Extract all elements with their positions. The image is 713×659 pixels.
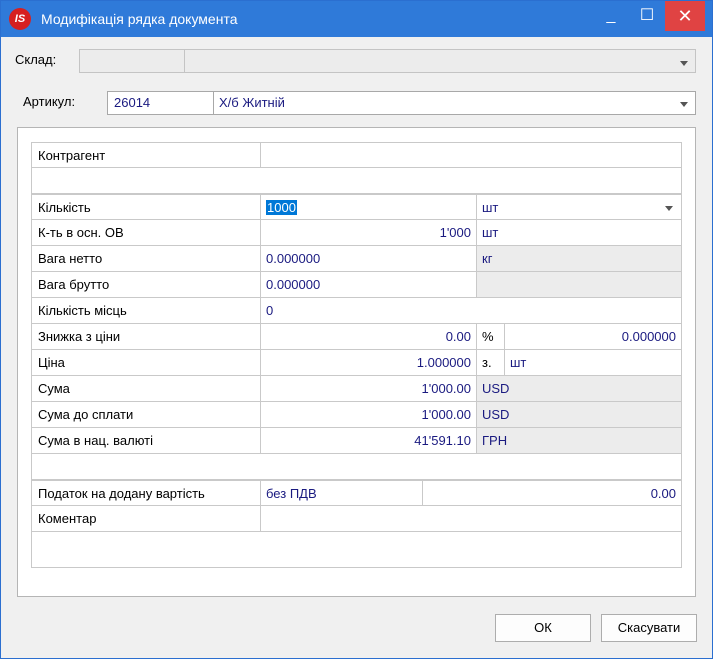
row-kilkist-mists: Кількість місць 0 xyxy=(31,298,682,324)
tsina-value[interactable]: 1.000000 xyxy=(261,350,477,375)
cancel-button[interactable]: Скасувати xyxy=(601,614,697,642)
row-kontragent: Контрагент xyxy=(31,142,682,168)
row-suma-nats: Сума в нац. валюті 41'591.10 ГРН xyxy=(31,428,682,454)
vaha-brutto-label: Вага брутто xyxy=(31,272,261,297)
chevron-down-icon xyxy=(680,61,688,66)
spacer-row xyxy=(31,532,682,568)
row-kilkist: Кількість 1000 шт xyxy=(31,194,682,220)
suma-nats-value[interactable]: 41'591.10 xyxy=(261,428,477,453)
znyzhka-value[interactable]: 0.00 xyxy=(261,324,477,349)
vaha-brutto-unit xyxy=(477,272,682,297)
artikul-label: Артикул: xyxy=(23,94,76,109)
kilkist-input[interactable]: 1000 xyxy=(261,195,477,219)
suma-currency: USD xyxy=(477,376,682,401)
minimize-button[interactable]: _ xyxy=(593,1,629,31)
kilkist-unit-select[interactable]: шт xyxy=(477,195,682,219)
title-bar: IS Модифікація рядка документа _ ☐ ✕ xyxy=(1,1,712,37)
vaha-netto-value[interactable]: 0.000000 xyxy=(261,246,477,271)
znyzhka-label: Знижка з ціни xyxy=(31,324,261,349)
sklad-name-select xyxy=(184,49,696,73)
dialog-window: IS Модифікація рядка документа _ ☐ ✕ Скл… xyxy=(0,0,713,659)
podatok-select[interactable]: без ПДВ xyxy=(261,481,423,505)
tsina-unit: з. xyxy=(477,350,505,375)
suma-nats-label: Сума в нац. валюті xyxy=(31,428,261,453)
tsina-label: Ціна xyxy=(31,350,261,375)
properties-grid: Контрагент Кількість 1000 шт К-ть в осн.… xyxy=(31,142,682,568)
close-button[interactable]: ✕ xyxy=(665,1,705,31)
vaha-netto-label: Вага нетто xyxy=(31,246,261,271)
znyzhka-unit: % xyxy=(477,324,505,349)
row-vaha-brutto: Вага брутто 0.000000 xyxy=(31,272,682,298)
kilkist-label: Кількість xyxy=(31,195,261,219)
row-suma: Сума 1'000.00 USD xyxy=(31,376,682,402)
podatok-label: Податок на додану вартість xyxy=(31,481,261,505)
row-komentar: Коментар xyxy=(31,506,682,532)
kontragent-label: Контрагент xyxy=(31,143,261,167)
artikul-code-field[interactable]: 26014 xyxy=(107,91,214,115)
app-logo-icon: IS xyxy=(9,8,31,30)
suma-nats-currency: ГРН xyxy=(477,428,682,453)
row-tsina: Ціна 1.000000 з. шт xyxy=(31,350,682,376)
chevron-down-icon xyxy=(665,206,673,211)
sklad-code-field xyxy=(79,49,185,73)
row-kt-osn: К-ть в осн. ОВ 1'000 шт xyxy=(31,220,682,246)
vaha-brutto-value[interactable]: 0.000000 xyxy=(261,272,477,297)
kt-osn-label: К-ть в осн. ОВ xyxy=(31,220,261,245)
kilkist-mists-value[interactable]: 0 xyxy=(261,298,682,323)
suma-splaty-label: Сума до сплати xyxy=(31,402,261,427)
row-vaha-netto: Вага нетто 0.000000 кг xyxy=(31,246,682,272)
sklad-label: Склад: xyxy=(15,52,57,67)
znyzhka-value2[interactable]: 0.000000 xyxy=(505,324,682,349)
suma-label: Сума xyxy=(31,376,261,401)
spacer-row xyxy=(31,168,682,194)
suma-splaty-value[interactable]: 1'000.00 xyxy=(261,402,477,427)
kontragent-field[interactable] xyxy=(261,143,682,167)
komentar-field[interactable] xyxy=(261,506,682,531)
kt-osn-value[interactable]: 1'000 xyxy=(261,220,477,245)
spacer-row xyxy=(31,454,682,480)
row-znyzhka: Знижка з ціни 0.00 % 0.000000 xyxy=(31,324,682,350)
tsina-unit2[interactable]: шт xyxy=(505,350,682,375)
komentar-label: Коментар xyxy=(31,506,261,531)
chevron-down-icon xyxy=(680,102,688,107)
kt-osn-unit: шт xyxy=(477,220,682,245)
vaha-netto-unit: кг xyxy=(477,246,682,271)
kilkist-mists-label: Кількість місць xyxy=(31,298,261,323)
suma-value[interactable]: 1'000.00 xyxy=(261,376,477,401)
artikul-name-select[interactable]: Х/б Житній xyxy=(213,91,696,115)
window-title: Модифікація рядка документа xyxy=(41,11,238,27)
row-suma-splaty: Сума до сплати 1'000.00 USD xyxy=(31,402,682,428)
properties-panel: Контрагент Кількість 1000 шт К-ть в осн.… xyxy=(17,127,696,597)
ok-button[interactable]: ОК xyxy=(495,614,591,642)
row-podatok: Податок на додану вартість без ПДВ 0.00 xyxy=(31,480,682,506)
suma-splaty-currency: USD xyxy=(477,402,682,427)
maximize-button[interactable]: ☐ xyxy=(629,1,665,31)
podatok-amount[interactable]: 0.00 xyxy=(423,481,682,505)
